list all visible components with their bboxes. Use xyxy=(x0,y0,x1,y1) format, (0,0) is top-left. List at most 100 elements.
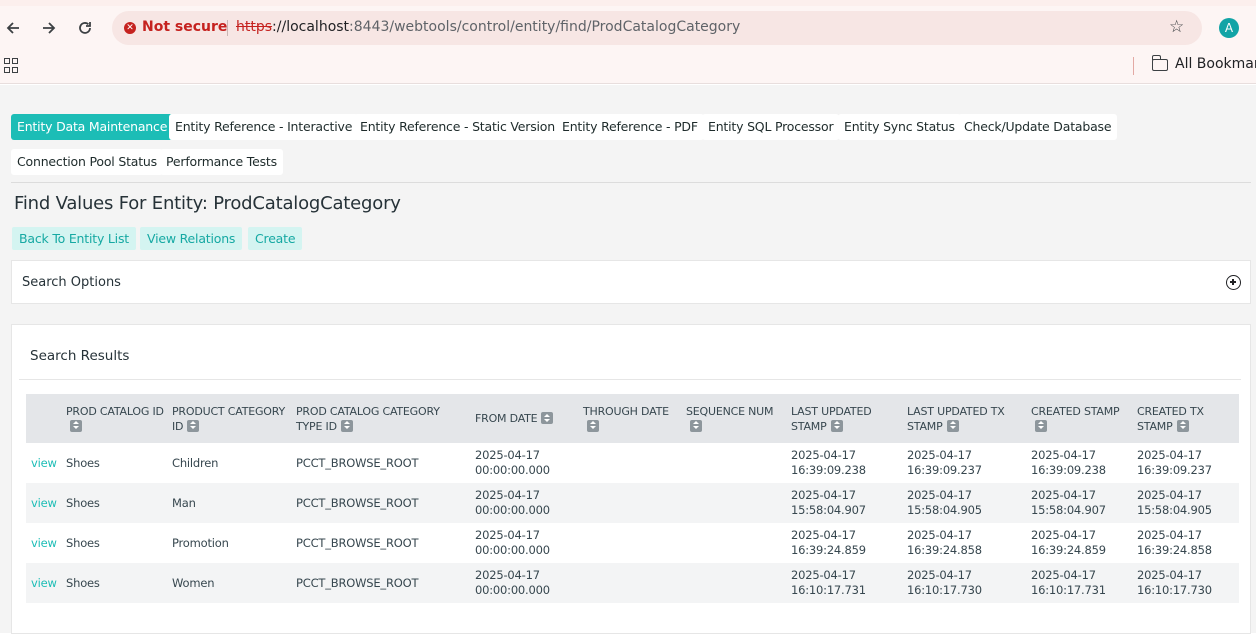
cell-product-category-id: Women xyxy=(172,575,215,590)
date-part: 2025-04-17 xyxy=(791,568,856,582)
cell-last-updated-stamp: 2025-04-17 16:10:17.731 xyxy=(787,563,903,603)
sort-icon[interactable] xyxy=(690,419,702,432)
sort-icon[interactable] xyxy=(587,419,599,432)
header-prod-catalog-id[interactable]: PROD CATALOG ID xyxy=(62,394,168,443)
tab-entity-data-maintenance[interactable]: Entity Data Maintenance xyxy=(11,114,174,140)
time-part: 00:00:00.000 xyxy=(475,543,550,557)
date-part: 2025-04-17 xyxy=(1137,568,1202,582)
address-bar[interactable]: ✕ Not secure https://localhost:8443/webt… xyxy=(112,11,1202,45)
sort-icon[interactable] xyxy=(1176,419,1189,432)
header-last-updated-stamp[interactable]: LAST UPDATED STAMP xyxy=(787,394,903,443)
view-relations-button[interactable]: View Relations xyxy=(140,227,243,250)
tab-entity-sync-status[interactable]: Entity Sync Status xyxy=(838,114,961,140)
date-part: 2025-04-17 xyxy=(791,488,856,502)
date-part: 2025-04-17 xyxy=(907,528,972,542)
view-link[interactable]: view xyxy=(26,563,62,603)
time-part: 16:10:17.731 xyxy=(791,583,866,597)
cell-created-stamp: 2025-04-17 16:39:24.859 xyxy=(1027,523,1133,563)
tab-check-update-database[interactable]: Check/Update Database xyxy=(958,114,1118,140)
search-options-panel[interactable]: Search Options xyxy=(11,260,1251,304)
cell-through-date xyxy=(579,483,682,523)
header-label: CREATED TX STAMP xyxy=(1137,404,1204,433)
reload-icon[interactable] xyxy=(75,18,95,38)
cell-prod-catalog-id: Shoes xyxy=(66,535,100,550)
date-part: 2025-04-17 xyxy=(1031,568,1096,582)
time-part: 15:58:04.905 xyxy=(907,503,982,517)
address-bar-divider xyxy=(227,20,228,36)
header-last-updated-tx-stamp[interactable]: LAST UPDATED TX STAMP xyxy=(903,394,1027,443)
tab-entity-sql-processor[interactable]: Entity SQL Processor xyxy=(702,114,840,140)
header-created-stamp[interactable]: CREATED STAMP xyxy=(1027,394,1133,443)
table-header-row: PROD CATALOG ID PRODUCT CATEGORY ID PROD… xyxy=(26,394,1239,443)
date-part: 2025-04-17 xyxy=(475,528,540,542)
back-arrow-icon[interactable] xyxy=(3,18,23,38)
header-sequence-num[interactable]: SEQUENCE NUM xyxy=(682,394,787,443)
time-part: 15:58:04.905 xyxy=(1137,503,1212,517)
cell-product-category-id: Promotion xyxy=(172,535,229,550)
header-through-date[interactable]: THROUGH DATE xyxy=(579,394,682,443)
time-part: 15:58:04.907 xyxy=(1031,503,1106,517)
forward-arrow-icon[interactable] xyxy=(39,18,59,38)
sort-icon[interactable] xyxy=(340,419,353,432)
time-part: 16:39:24.859 xyxy=(791,543,866,557)
cell-created-stamp: 2025-04-17 16:10:17.731 xyxy=(1027,563,1133,603)
create-button[interactable]: Create xyxy=(248,227,303,250)
cell-sequence-num xyxy=(682,563,787,603)
url-text[interactable]: https://localhost:8443/webtools/control/… xyxy=(236,19,740,35)
time-part: 16:10:17.730 xyxy=(907,583,982,597)
date-part: 2025-04-17 xyxy=(475,568,540,582)
not-secure-label[interactable]: Not secure xyxy=(142,19,227,35)
sort-icon[interactable] xyxy=(1035,419,1047,432)
view-link[interactable]: view xyxy=(26,443,62,483)
cell-last-updated-tx-stamp: 2025-04-17 16:39:24.858 xyxy=(903,523,1027,563)
header-product-category-id[interactable]: PRODUCT CATEGORY ID xyxy=(168,394,292,443)
header-from-date[interactable]: FROM DATE xyxy=(471,394,579,443)
sort-icon[interactable] xyxy=(541,412,554,424)
sort-icon[interactable] xyxy=(70,419,82,432)
cell-product-category-id: Man xyxy=(172,495,196,510)
time-part: 16:39:09.238 xyxy=(1031,463,1106,477)
bookmarks-divider xyxy=(1133,57,1134,75)
search-results-label: Search Results xyxy=(30,348,130,364)
time-part: 15:58:04.907 xyxy=(791,503,866,517)
bookmark-star-icon[interactable]: ☆ xyxy=(1169,17,1184,37)
sort-icon[interactable] xyxy=(946,419,959,432)
date-part: 2025-04-17 xyxy=(907,448,972,462)
bookmarks-bar: All Bookmar xyxy=(0,50,1256,84)
header-type-id[interactable]: PROD CATALOG CATEGORY TYPE ID xyxy=(292,394,471,443)
tabs-divider xyxy=(11,182,1251,183)
cell-through-date xyxy=(579,523,682,563)
header-created-tx-stamp[interactable]: CREATED TX STAMP xyxy=(1133,394,1239,443)
time-part: 16:39:09.237 xyxy=(1137,463,1212,477)
time-part: 16:39:09.237 xyxy=(907,463,982,477)
sort-icon[interactable] xyxy=(187,419,200,432)
date-part: 2025-04-17 xyxy=(791,448,856,462)
view-link[interactable]: view xyxy=(26,483,62,523)
time-part: 16:10:17.731 xyxy=(1031,583,1106,597)
tab-entity-reference-interactive[interactable]: Entity Reference - Interactive xyxy=(169,114,359,140)
all-bookmarks-button[interactable]: All Bookmar xyxy=(1175,56,1256,72)
tab-connection-pool-status[interactable]: Connection Pool Status xyxy=(11,149,163,175)
apps-grid-icon[interactable] xyxy=(4,58,20,74)
view-link[interactable]: view xyxy=(26,523,62,563)
back-to-entity-list-button[interactable]: Back To Entity List xyxy=(12,227,136,250)
table-row: view Shoes Promotion PCCT_BROWSE_ROOT 20… xyxy=(26,523,1239,563)
cell-sequence-num xyxy=(682,523,787,563)
time-part: 16:39:24.858 xyxy=(1137,543,1212,557)
search-options-label: Search Options xyxy=(22,275,121,290)
sort-icon[interactable] xyxy=(830,419,843,432)
browser-toolbar: ✕ Not secure https://localhost:8443/webt… xyxy=(0,6,1256,50)
results-table: PROD CATALOG ID PRODUCT CATEGORY ID PROD… xyxy=(26,394,1239,603)
folder-icon xyxy=(1151,55,1168,71)
profile-avatar[interactable]: A xyxy=(1219,18,1239,38)
cell-sequence-num xyxy=(682,443,787,483)
page-content: Entity Data Maintenance Entity Reference… xyxy=(0,85,1256,634)
cell-through-date xyxy=(579,563,682,603)
expand-plus-icon[interactable] xyxy=(1226,275,1241,290)
date-part: 2025-04-17 xyxy=(1031,448,1096,462)
tab-entity-reference-static[interactable]: Entity Reference - Static Version xyxy=(354,114,561,140)
cell-product-category-id: Children xyxy=(172,455,219,470)
time-part: 00:00:00.000 xyxy=(475,583,550,597)
tab-performance-tests[interactable]: Performance Tests xyxy=(160,149,283,175)
tab-entity-reference-pdf[interactable]: Entity Reference - PDF xyxy=(556,114,704,140)
